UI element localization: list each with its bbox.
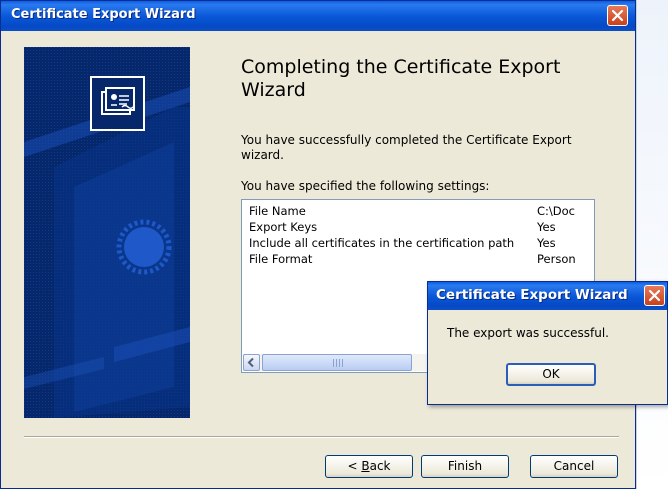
finish-button[interactable]: Finish	[421, 455, 509, 478]
wizard-close-button[interactable]	[607, 5, 628, 26]
back-mnemonic: B	[361, 459, 370, 473]
settings-row: File Format Person	[249, 252, 594, 269]
scroll-thumb[interactable]	[262, 354, 412, 371]
wizard-titlebar[interactable]: Certificate Export Wizard	[1, 1, 635, 31]
setting-value: C:\Doc	[537, 204, 575, 218]
setting-name: Include all certificates in the certific…	[249, 236, 515, 250]
setting-name: Export Keys	[249, 220, 318, 234]
certificate-export-wizard-window: Certificate Export Wizard Completing the…	[0, 0, 636, 489]
close-icon	[648, 289, 661, 302]
dialog-titlebar[interactable]: Certificate Export Wizard	[428, 282, 667, 310]
close-icon	[611, 9, 624, 22]
certificate-icon	[90, 76, 145, 131]
dialog-message: The export was successful.	[447, 326, 609, 340]
back-button[interactable]: < Back	[325, 455, 413, 478]
back-rest: ack	[369, 459, 391, 473]
wizard-banner	[24, 47, 190, 418]
desktop-background	[636, 0, 668, 489]
success-text: You have successfully completed the Cert…	[241, 133, 572, 162]
button-separator	[24, 436, 619, 438]
cancel-button[interactable]: Cancel	[530, 455, 618, 478]
settings-row: File Name C:\Doc	[249, 204, 594, 221]
setting-value: Yes	[537, 220, 556, 234]
settings-row: Export Keys Yes	[249, 220, 594, 237]
setting-name: File Name	[249, 204, 306, 218]
export-success-dialog: Certificate Export Wizard The export was…	[427, 281, 668, 405]
settings-intro: You have specified the following setting…	[241, 179, 490, 193]
settings-row: Include all certificates in the certific…	[249, 236, 594, 253]
dialog-title: Certificate Export Wizard	[436, 287, 628, 303]
wizard-heading: Completing the Certificate Export Wizard	[241, 56, 561, 101]
scroll-left-arrow-icon	[247, 357, 254, 368]
dialog-close-button[interactable]	[644, 285, 665, 306]
setting-value: Person	[537, 252, 576, 266]
scroll-left-button[interactable]	[243, 354, 260, 371]
wizard-title: Certificate Export Wizard	[11, 7, 196, 22]
ok-button[interactable]: OK	[506, 363, 596, 386]
back-prefix: <	[347, 459, 362, 473]
setting-value: Yes	[537, 236, 556, 250]
scroll-grip	[333, 359, 343, 367]
setting-name: File Format	[249, 252, 313, 266]
